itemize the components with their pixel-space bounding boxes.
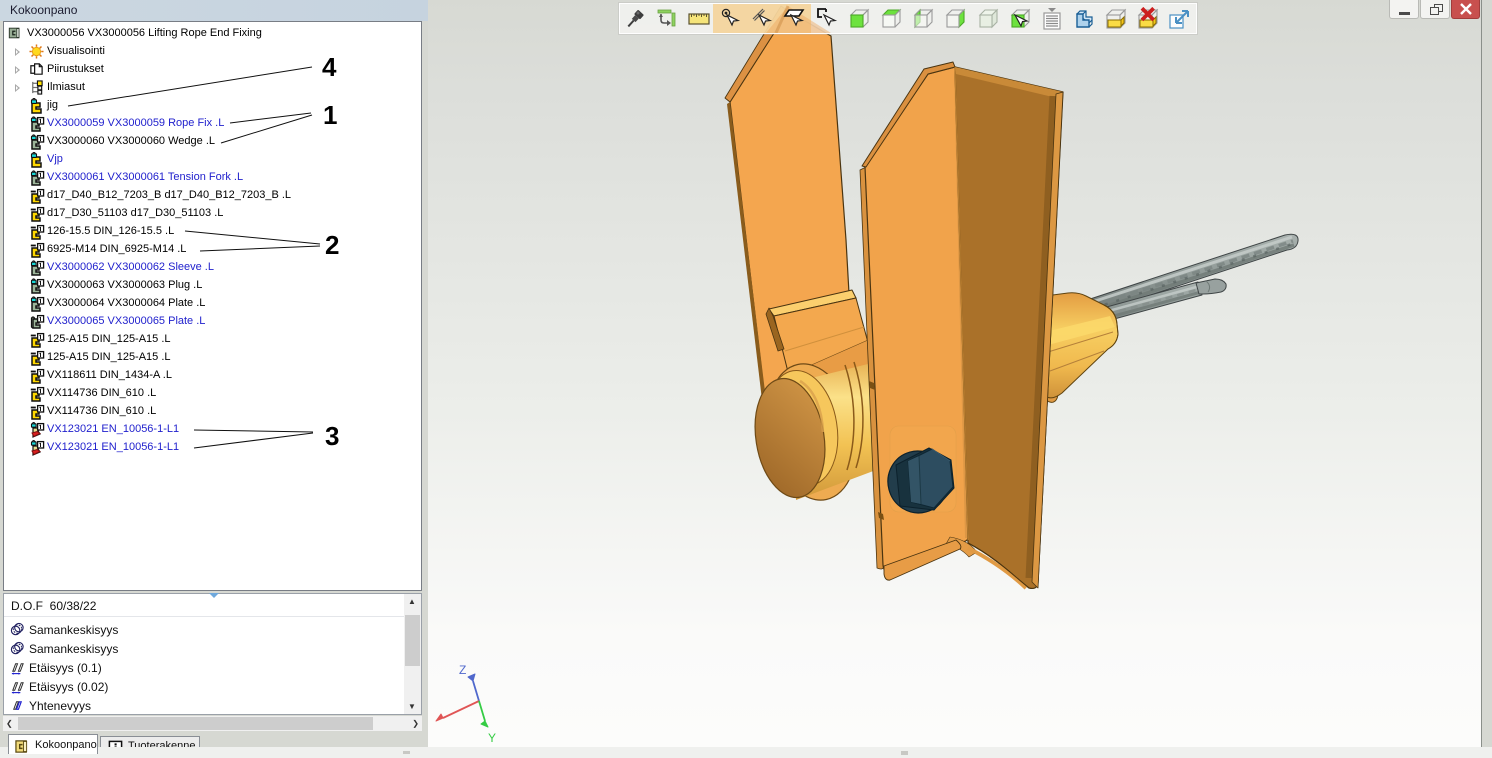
svg-text:2: 2 (325, 230, 339, 260)
svg-text:Y: Y (488, 731, 496, 745)
svg-text:4: 4 (322, 52, 337, 82)
svg-text:1: 1 (323, 100, 337, 130)
svg-text:Z: Z (459, 663, 466, 677)
svg-text:3: 3 (325, 421, 339, 451)
